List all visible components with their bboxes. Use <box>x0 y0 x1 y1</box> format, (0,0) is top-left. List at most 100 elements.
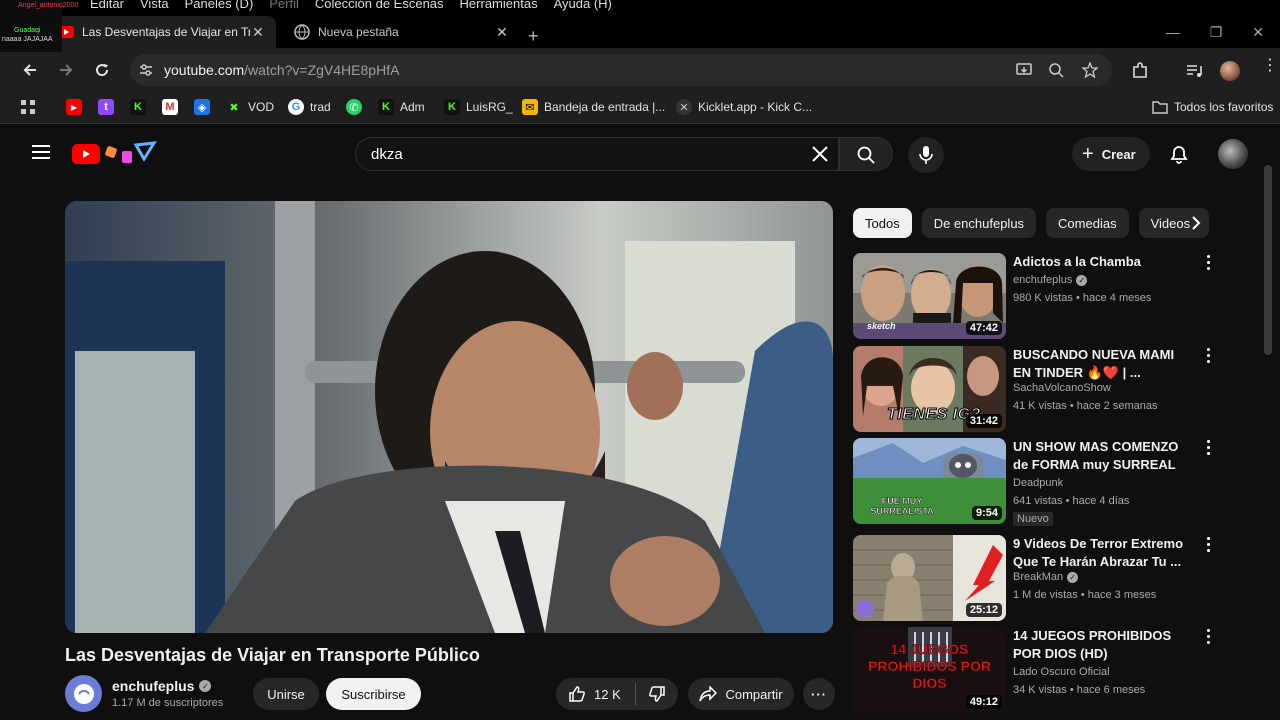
browser-menu-icon[interactable]: ⋮ <box>1262 58 1278 74</box>
recommendation-item[interactable]: FUE MUY SURREALISTA 9:54 UN SHOW MAS COM… <box>853 438 1233 526</box>
rec-channel: enchufeplus ✓ <box>1013 274 1088 286</box>
more-vert-icon[interactable] <box>1203 440 1213 458</box>
search-box[interactable]: dkza <box>355 137 839 171</box>
chat-message: naaaa JAJAJAA <box>2 36 53 43</box>
video-thumbnail[interactable]: TIENES IG? 31:42 <box>853 346 1006 432</box>
bookmark-vod[interactable]: ✖ VOD <box>226 99 274 115</box>
channel-name[interactable]: enchufeplus ✓ <box>112 678 212 694</box>
site-settings-icon[interactable] <box>138 62 154 78</box>
menu-editar[interactable]: Editar <box>90 0 124 11</box>
dislike-icon[interactable] <box>648 685 666 703</box>
bookmark-twitch[interactable]: t <box>98 99 120 115</box>
bookmark-youtube[interactable]: ▶ <box>66 99 88 115</box>
new-badge: Nuevo <box>1013 512 1053 526</box>
tab-video[interactable]: Las Desventajas de Viajar en Tra ✕ <box>48 16 276 48</box>
apps-grid-icon[interactable] <box>20 99 36 115</box>
youtube-icon: ▶ <box>66 99 82 115</box>
more-actions-button[interactable]: ··· <box>803 678 835 710</box>
video-thumbnail[interactable]: sketch 47:42 <box>853 253 1006 339</box>
recommendation-item[interactable]: sketch 47:42 Adictos a la Chamba enchufe… <box>853 253 1233 341</box>
thumbnail-text: sketch <box>867 321 896 331</box>
media-controls-icon[interactable] <box>1185 62 1203 80</box>
notifications-bell-icon[interactable] <box>1168 143 1190 165</box>
restore-icon[interactable]: ❐ <box>1210 24 1223 41</box>
menu-vista[interactable]: Vista <box>140 0 169 11</box>
voice-search-button[interactable] <box>908 137 944 173</box>
address-bar[interactable]: youtube.com/watch?v=ZgV4HE8pHfA <box>130 54 1112 86</box>
bookmark-adm[interactable]: K Adm <box>378 99 425 115</box>
bookmark-kicklet[interactable]: ✕ Kicklet.app - Kick C... <box>676 99 812 115</box>
rec-title: UN SHOW MAS COMENZO de FORMA muy SURREAL… <box>1013 439 1179 472</box>
tab-bar: Las Desventajas de Viajar en Tra ✕ Nueva… <box>0 12 1280 48</box>
recommendation-item[interactable]: 25:12 9 Videos De Terror Extremo Que Te … <box>853 535 1233 623</box>
search-input[interactable]: dkza <box>371 146 403 163</box>
rec-title: Adictos a la Chamba <box>1013 254 1141 269</box>
video-thumbnail[interactable]: 25:12 <box>853 535 1006 621</box>
search-button[interactable] <box>839 137 893 171</box>
all-bookmarks[interactable]: Todos los favoritos <box>1152 99 1273 115</box>
duration: 25:12 <box>965 603 1002 617</box>
chip-de-enchufeplus[interactable]: De enchufeplus <box>921 208 1037 238</box>
rec-meta: 980 K vistas • hace 4 meses <box>1013 292 1152 304</box>
recommendation-item[interactable]: TIENES IG? 31:42 BUSCANDO NUEVA MAMI EN … <box>853 346 1233 434</box>
scrollbar[interactable] <box>1264 165 1272 355</box>
menu-perfil[interactable]: Perfil <box>269 0 299 11</box>
forward-arrow-icon[interactable] <box>54 58 78 82</box>
bookmark-app[interactable]: ◈ <box>194 99 216 115</box>
extensions-icon[interactable] <box>1131 62 1149 80</box>
profile-avatar[interactable] <box>1220 61 1240 81</box>
create-button[interactable]: + Crear <box>1072 137 1150 171</box>
vod-icon: ✖ <box>229 101 239 114</box>
doodle-logo-icon <box>105 141 157 163</box>
account-avatar[interactable] <box>1218 139 1248 169</box>
bookmark-star-icon[interactable] <box>1082 62 1098 78</box>
channel-row: enchufeplus ✓ 1.17 M de suscriptores Uni… <box>65 675 835 715</box>
bookmark-kick[interactable]: K <box>130 99 152 115</box>
menu-herramientas[interactable]: Herramientas <box>460 0 538 11</box>
video-frame <box>65 201 833 633</box>
channel-avatar[interactable] <box>65 675 102 712</box>
new-tab-icon[interactable]: + <box>528 26 539 47</box>
youtube-logo[interactable] <box>72 141 162 167</box>
close-window-icon[interactable]: ✕ <box>1252 24 1264 41</box>
install-app-icon[interactable] <box>1016 62 1032 78</box>
tab-close-icon[interactable]: ✕ <box>250 24 266 41</box>
bookmark-bandeja[interactable]: ✉ Bandeja de entrada |... <box>522 99 665 115</box>
bookmark-whatsapp[interactable]: ✆ <box>346 99 368 115</box>
recommendation-item[interactable]: 14 JUEGOS PROHIBIDOS POR DIOS 49:12 14 J… <box>853 627 1233 715</box>
url-text: youtube.com/watch?v=ZgV4HE8pHfA <box>164 62 400 78</box>
chip-todos[interactable]: Todos <box>853 208 912 238</box>
video-player[interactable] <box>65 201 833 633</box>
bookmark-luisrg[interactable]: K LuisRG_ <box>444 99 513 115</box>
share-button[interactable]: Compartir <box>688 678 794 710</box>
menu-icon[interactable] <box>32 145 50 159</box>
menu-coleccion[interactable]: Colección de Escenas <box>315 0 444 11</box>
tab-close-icon[interactable]: ✕ <box>494 24 510 41</box>
join-button[interactable]: Unirse <box>253 678 319 710</box>
bookmark-gmail[interactable]: M <box>162 99 184 115</box>
minimize-icon[interactable]: — <box>1166 24 1180 41</box>
zoom-icon[interactable] <box>1048 62 1064 78</box>
more-vert-icon[interactable] <box>1203 348 1213 366</box>
tab-new[interactable]: Nueva pestaña ✕ <box>284 16 520 48</box>
rec-meta: 1 M de vistas • hace 3 meses <box>1013 589 1157 601</box>
like-icon[interactable] <box>568 685 586 703</box>
reload-icon[interactable] <box>90 58 114 82</box>
more-vert-icon[interactable] <box>1203 629 1213 647</box>
more-vert-icon[interactable] <box>1203 537 1213 555</box>
chevron-right-icon[interactable] <box>1186 213 1206 233</box>
plus-icon: + <box>1082 142 1094 165</box>
share-icon <box>699 686 718 702</box>
video-thumbnail[interactable]: FUE MUY SURREALISTA 9:54 <box>853 438 1006 524</box>
bookmarks-bar: ▶ t K M ◈ ✖ VOD Gtrad ✆ K Adm K LuisRG_ ✉ Ba… <box>0 92 1280 124</box>
subscriber-count: 1.17 M de suscriptores <box>112 697 224 709</box>
clear-search-icon[interactable] <box>810 144 830 164</box>
bookmark-trad[interactable]: Gtrad <box>288 99 331 115</box>
menu-paneles[interactable]: Paneles (D) <box>185 0 254 11</box>
video-thumbnail[interactable]: 14 JUEGOS PROHIBIDOS POR DIOS 49:12 <box>853 627 1006 713</box>
back-arrow-icon[interactable] <box>18 58 42 82</box>
chip-comedias[interactable]: Comedias <box>1046 208 1129 238</box>
more-vert-icon[interactable] <box>1203 255 1213 273</box>
menu-ayuda[interactable]: Ayuda (H) <box>554 0 612 11</box>
subscribe-button[interactable]: Suscribirse <box>326 678 421 710</box>
